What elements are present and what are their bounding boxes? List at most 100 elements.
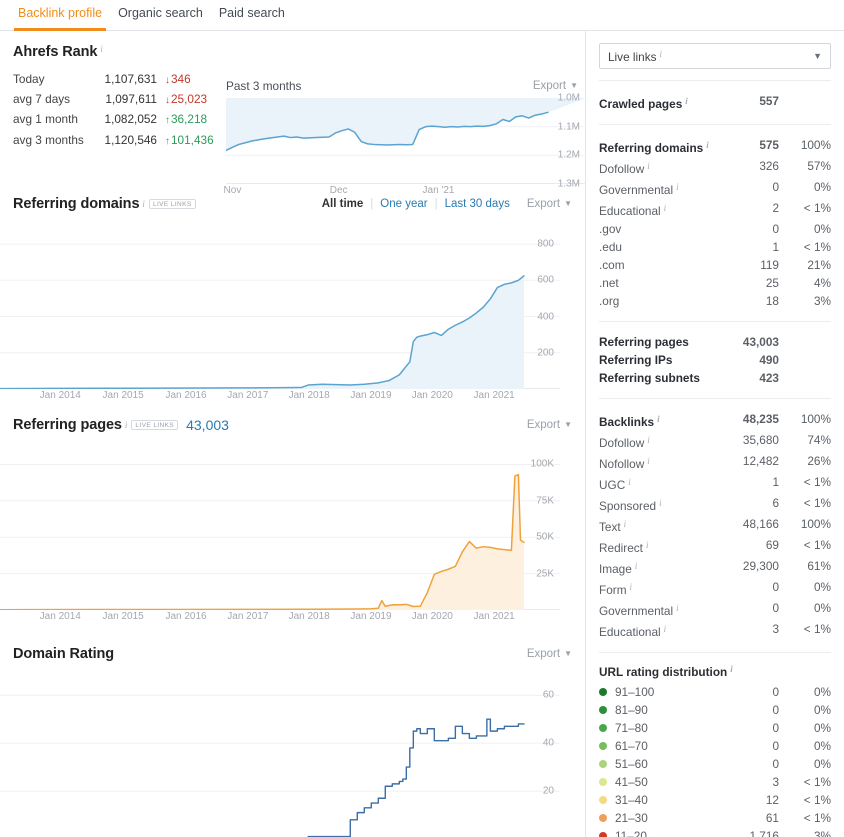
tab-paid-search[interactable]: Paid search (211, 0, 293, 31)
referring-pages-value[interactable]: 43,003 (186, 417, 229, 433)
row-value-link[interactable]: 1,716 (717, 827, 779, 837)
info-icon[interactable]: i (657, 410, 660, 428)
row-value-link[interactable]: 18 (717, 292, 779, 310)
row-label: Formi (599, 578, 717, 599)
table-row: Imagei29,30061% (599, 557, 831, 578)
row-label: Texti (599, 515, 717, 536)
row-pct: 26% (779, 452, 831, 473)
info-icon[interactable]: i (664, 620, 667, 638)
row-pct: 3% (779, 292, 831, 310)
table-row: Referring subnets423 (599, 369, 831, 387)
row-value-link[interactable]: 12,482 (717, 452, 779, 473)
info-icon[interactable]: i (685, 92, 688, 110)
rank-delta: ↑101,436 (165, 131, 218, 151)
row-value-link[interactable]: 69 (717, 536, 779, 557)
live-links-badge: LIVE LINKS (131, 420, 178, 430)
live-links-badge: LIVE LINKS (149, 199, 196, 209)
row-label: Educationali (599, 620, 717, 641)
row-value-link[interactable]: 61 (717, 809, 779, 827)
info-icon[interactable]: i (646, 536, 649, 554)
info-icon[interactable]: i (630, 578, 633, 596)
chevron-down-icon: ▼ (570, 81, 578, 90)
row-value-link[interactable]: 3 (717, 773, 779, 791)
row-value-link[interactable]: 25 (717, 274, 779, 292)
x-axis-tick-label: Jan 2018 (289, 390, 330, 401)
info-icon[interactable]: i (730, 664, 733, 674)
y-axis-tick-label: 20 (543, 786, 554, 797)
row-pct: < 1% (779, 494, 831, 515)
info-icon[interactable]: i (660, 49, 663, 59)
referring-domains-card: Referring domainsiLIVE LINKS All time|On… (0, 196, 585, 405)
table-row: Crawled pagesi 557 (599, 92, 831, 113)
row-pct: 0% (779, 220, 831, 238)
row-value-link[interactable]: 48,235 (717, 410, 779, 431)
range-one-year[interactable]: One year (373, 198, 434, 210)
rank-label: Today (13, 70, 93, 90)
row-value-link[interactable]: 1 (717, 473, 779, 494)
row-value-link[interactable]: 119 (717, 256, 779, 274)
x-axis-tick-label: Jan 2015 (103, 390, 144, 401)
export-button[interactable]: Export▼ (527, 648, 572, 660)
info-icon[interactable]: i (647, 452, 650, 470)
tab-organic-search[interactable]: Organic search (110, 0, 211, 31)
info-icon[interactable]: i (647, 157, 650, 175)
range-all-time[interactable]: All time (315, 198, 371, 210)
info-icon[interactable]: i (142, 199, 145, 209)
table-row: Referring pages43,003 (599, 333, 831, 351)
row-label: Nofollowi (599, 452, 717, 473)
row-label: Sponsoredi (599, 494, 717, 515)
info-icon[interactable]: i (676, 599, 679, 617)
info-icon[interactable]: i (125, 420, 128, 430)
referring-pages-xaxis: Jan 2014Jan 2015Jan 2016Jan 2017Jan 2018… (0, 610, 560, 626)
info-icon[interactable]: i (624, 515, 627, 533)
row-pct: 21% (779, 256, 831, 274)
table-row: .gov00% (599, 220, 831, 238)
row-value-link[interactable]: 490 (717, 351, 779, 369)
rank-row: avg 7 days 1,097,611 ↓25,023 (13, 90, 218, 110)
row-pct: 0% (779, 178, 831, 199)
referring-pages-plot[interactable]: 100K75K50K25K (0, 447, 560, 610)
range-last-30-days[interactable]: Last 30 days (438, 198, 517, 210)
row-value-link[interactable]: 1 (717, 238, 779, 256)
row-pct: < 1% (779, 791, 831, 809)
row-value-link[interactable]: 423 (717, 369, 779, 387)
export-button[interactable]: Export▼ (527, 419, 572, 431)
referring-domains-plot[interactable]: 800600400200 (0, 226, 560, 389)
row-value-link[interactable]: 35,680 (717, 431, 779, 452)
ahrefs-rank-mini-plot[interactable]: 1.0M1.1M1.2M1.3M (226, 98, 586, 184)
row-label: 51–60 (599, 755, 717, 773)
domain-rating-plot[interactable]: 604020 (0, 676, 560, 837)
row-value-link[interactable]: 2 (717, 199, 779, 220)
row-value-link[interactable]: 12 (717, 791, 779, 809)
info-icon[interactable]: i (635, 557, 638, 575)
x-axis-tick-label: Jan 2017 (227, 390, 268, 401)
info-icon[interactable]: i (664, 199, 667, 217)
info-icon[interactable]: i (676, 178, 679, 196)
arrow-down-icon: ↓ (165, 95, 170, 106)
row-pct: 3% (779, 827, 831, 837)
chevron-down-icon: ▼ (564, 649, 572, 658)
info-icon[interactable]: i (628, 473, 631, 491)
live-links-filter-select[interactable]: Live linksi ▼ (599, 43, 831, 69)
row-value: 0 (717, 220, 779, 238)
x-axis-tick-label: Jan 2016 (165, 390, 206, 401)
info-icon[interactable]: i (706, 136, 709, 154)
export-button[interactable]: Export▼ (527, 198, 572, 210)
tab-backlink-profile[interactable]: Backlink profile (10, 0, 110, 31)
info-icon[interactable]: i (647, 431, 650, 449)
row-value-link[interactable]: 326 (717, 157, 779, 178)
x-axis-tick-label: Jan 2020 (412, 390, 453, 401)
referring-domains-header: Referring domainsiLIVE LINKS All time|On… (0, 196, 585, 212)
table-row: .edu1< 1% (599, 238, 831, 256)
row-value-link[interactable]: 3 (717, 620, 779, 641)
rank-delta: ↓346 (165, 70, 218, 90)
row-value-link[interactable]: 6 (717, 494, 779, 515)
row-pct: 100% (779, 410, 831, 431)
table-row: 91–10000% (599, 683, 831, 701)
export-button[interactable]: Export▼ (533, 80, 578, 92)
row-pct: 0% (779, 578, 831, 599)
row-value-link[interactable]: 575 (717, 136, 779, 157)
info-icon[interactable]: i (659, 494, 662, 512)
x-axis-tick-label: Jan 2021 (474, 390, 515, 401)
info-icon[interactable]: i (100, 44, 103, 54)
